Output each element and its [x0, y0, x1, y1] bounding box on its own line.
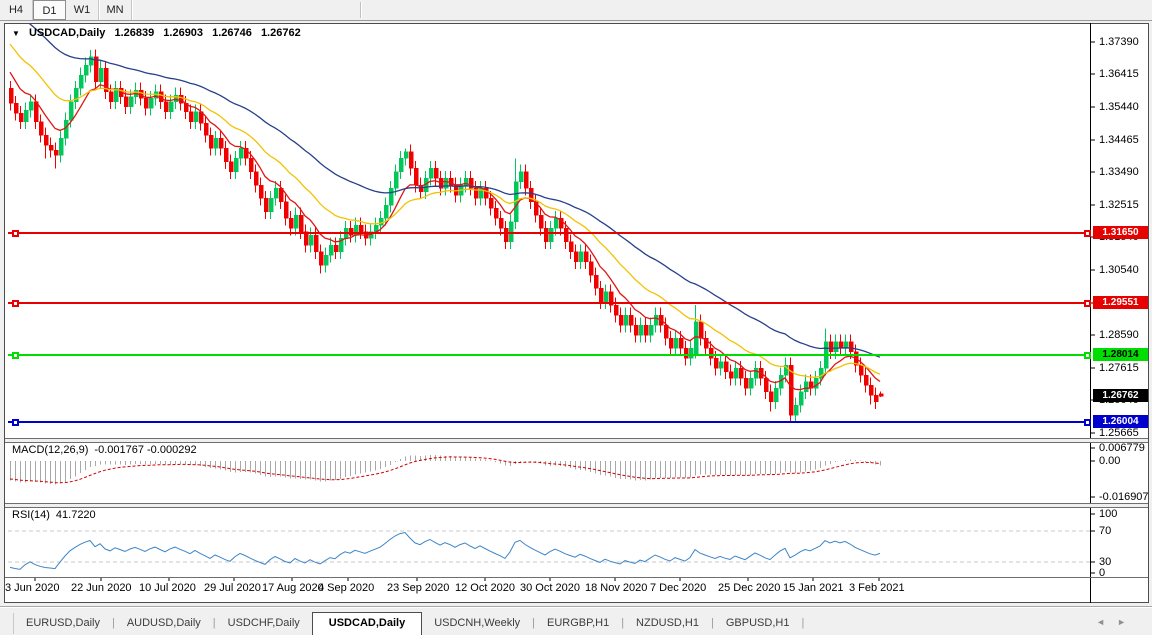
tab-usdcad-daily[interactable]: USDCAD,Daily	[312, 612, 422, 635]
chart-title: ▼ USDCAD,Daily 1.26839 1.26903 1.26746 1…	[12, 27, 307, 39]
price-chart-canvas[interactable]	[0, 0, 1152, 634]
x-axis-date-label: 15 Jan 2021	[783, 582, 844, 594]
price-axis-line	[1090, 23, 1091, 603]
resistance-line-price-tag: 1.31650	[1093, 226, 1148, 239]
candlestick-series	[9, 49, 883, 422]
macd-indicator-label: MACD(12,26,9)-0.001767 -0.000292	[12, 444, 197, 456]
y-axis-tick-label: 1.30540	[1099, 264, 1139, 276]
tab-usdchf-daily[interactable]: USDCHF,Daily	[216, 613, 312, 634]
macd-axis-label: 0.00	[1099, 455, 1120, 467]
y-axis-tick-label: 1.28590	[1099, 329, 1139, 341]
current-price-price-tag: 1.26762	[1093, 389, 1148, 402]
rsi-axis-label: 70	[1099, 525, 1111, 537]
panel-splitter-dates	[5, 577, 1148, 578]
y-axis-tick-label: 1.34465	[1099, 134, 1139, 146]
rsi-axis-label: 0	[1099, 567, 1105, 579]
resistance-line-axis-marker	[1084, 230, 1091, 237]
x-axis-date-label: 22 Jun 2020	[71, 582, 132, 594]
rsi-value: 41.7220	[56, 509, 96, 521]
x-axis-date-label: 3 Jun 2020	[5, 582, 59, 594]
x-axis-date-label: 17 Aug 2020	[262, 582, 324, 594]
support-line-price-tag: 1.26004	[1093, 415, 1148, 428]
chart-close-value: 1.26762	[261, 27, 301, 39]
macd-axis-label: -0.016907	[1099, 491, 1149, 503]
support-line-price-tag: 1.28014	[1093, 348, 1148, 361]
x-axis-date-label: 18 Nov 2020	[585, 582, 647, 594]
tab-scroll-arrows[interactable]: ◄►	[1096, 617, 1152, 634]
chart-symbol-label: USDCAD,Daily	[29, 27, 105, 39]
symbol-tab-bar: EURUSD,Daily | AUDUSD,Daily | USDCHF,Dai…	[0, 606, 1152, 634]
tab-scroll-right-icon: ►	[1117, 617, 1138, 627]
chart-low-value: 1.26746	[212, 27, 252, 39]
support-line-axis-marker	[1084, 352, 1091, 359]
chart-high-value: 1.26903	[163, 27, 203, 39]
y-axis-tick-label: 1.36415	[1099, 68, 1139, 80]
macd-values: -0.001767 -0.000292	[94, 444, 196, 456]
x-axis-date-label: 30 Oct 2020	[520, 582, 580, 594]
y-axis-tick-label: 1.33490	[1099, 166, 1139, 178]
x-axis-date-label: 10 Jul 2020	[139, 582, 196, 594]
x-axis-date-label: 25 Dec 2020	[718, 582, 780, 594]
macd-histogram	[11, 455, 881, 484]
x-axis-date-label: 3 Feb 2021	[849, 582, 905, 594]
resistance-line-price-tag: 1.29551	[1093, 296, 1148, 309]
tab-nzdusd-h1[interactable]: NZDUSD,H1	[624, 613, 711, 634]
x-axis-date-label: 7 Dec 2020	[650, 582, 706, 594]
tab-eurgbp-h1[interactable]: EURGBP,H1	[535, 613, 621, 634]
rsi-axis-label: 100	[1099, 508, 1117, 520]
resistance-line-axis-marker	[1084, 300, 1091, 307]
tab-audusd-daily[interactable]: AUDUSD,Daily	[115, 613, 213, 634]
tab-separator: |	[801, 617, 804, 634]
macd-axis-label: 0.006779	[1099, 442, 1145, 454]
y-axis-tick-label: 1.27615	[1099, 362, 1139, 374]
y-axis-tick-label: 1.25665	[1099, 427, 1139, 439]
tab-gbpusd-h1[interactable]: GBPUSD,H1	[714, 613, 802, 634]
support-line-handle[interactable]	[12, 419, 19, 426]
resistance-line-handle[interactable]	[12, 300, 19, 307]
x-axis-date-label: 23 Sep 2020	[387, 582, 449, 594]
rsi-line	[10, 533, 880, 570]
y-axis-tick-label: 1.35440	[1099, 101, 1139, 113]
rsi-indicator-label: RSI(14)41.7220	[12, 509, 96, 521]
x-axis-date-label: 12 Oct 2020	[455, 582, 515, 594]
support-line-axis-marker	[1084, 419, 1091, 426]
chart-open-value: 1.26839	[114, 27, 154, 39]
panel-splitter-macd[interactable]	[5, 438, 1148, 443]
support-line-handle[interactable]	[12, 352, 19, 359]
resistance-line-handle[interactable]	[12, 230, 19, 237]
y-axis-tick-label: 1.37390	[1099, 36, 1139, 48]
x-axis-date-label: 4 Sep 2020	[318, 582, 374, 594]
ma-fast-line	[10, 72, 880, 390]
tab-bar-stub	[0, 613, 14, 634]
tab-scroll-left-icon: ◄	[1096, 617, 1117, 627]
tab-usdcnh-weekly[interactable]: USDCNH,Weekly	[422, 613, 532, 634]
x-axis-date-label: 29 Jul 2020	[204, 582, 261, 594]
tab-eurusd-daily[interactable]: EURUSD,Daily	[14, 613, 112, 634]
chevron-down-icon[interactable]: ▼	[12, 29, 20, 38]
y-axis-tick-label: 1.32515	[1099, 199, 1139, 211]
panel-splitter-rsi[interactable]	[5, 503, 1148, 508]
